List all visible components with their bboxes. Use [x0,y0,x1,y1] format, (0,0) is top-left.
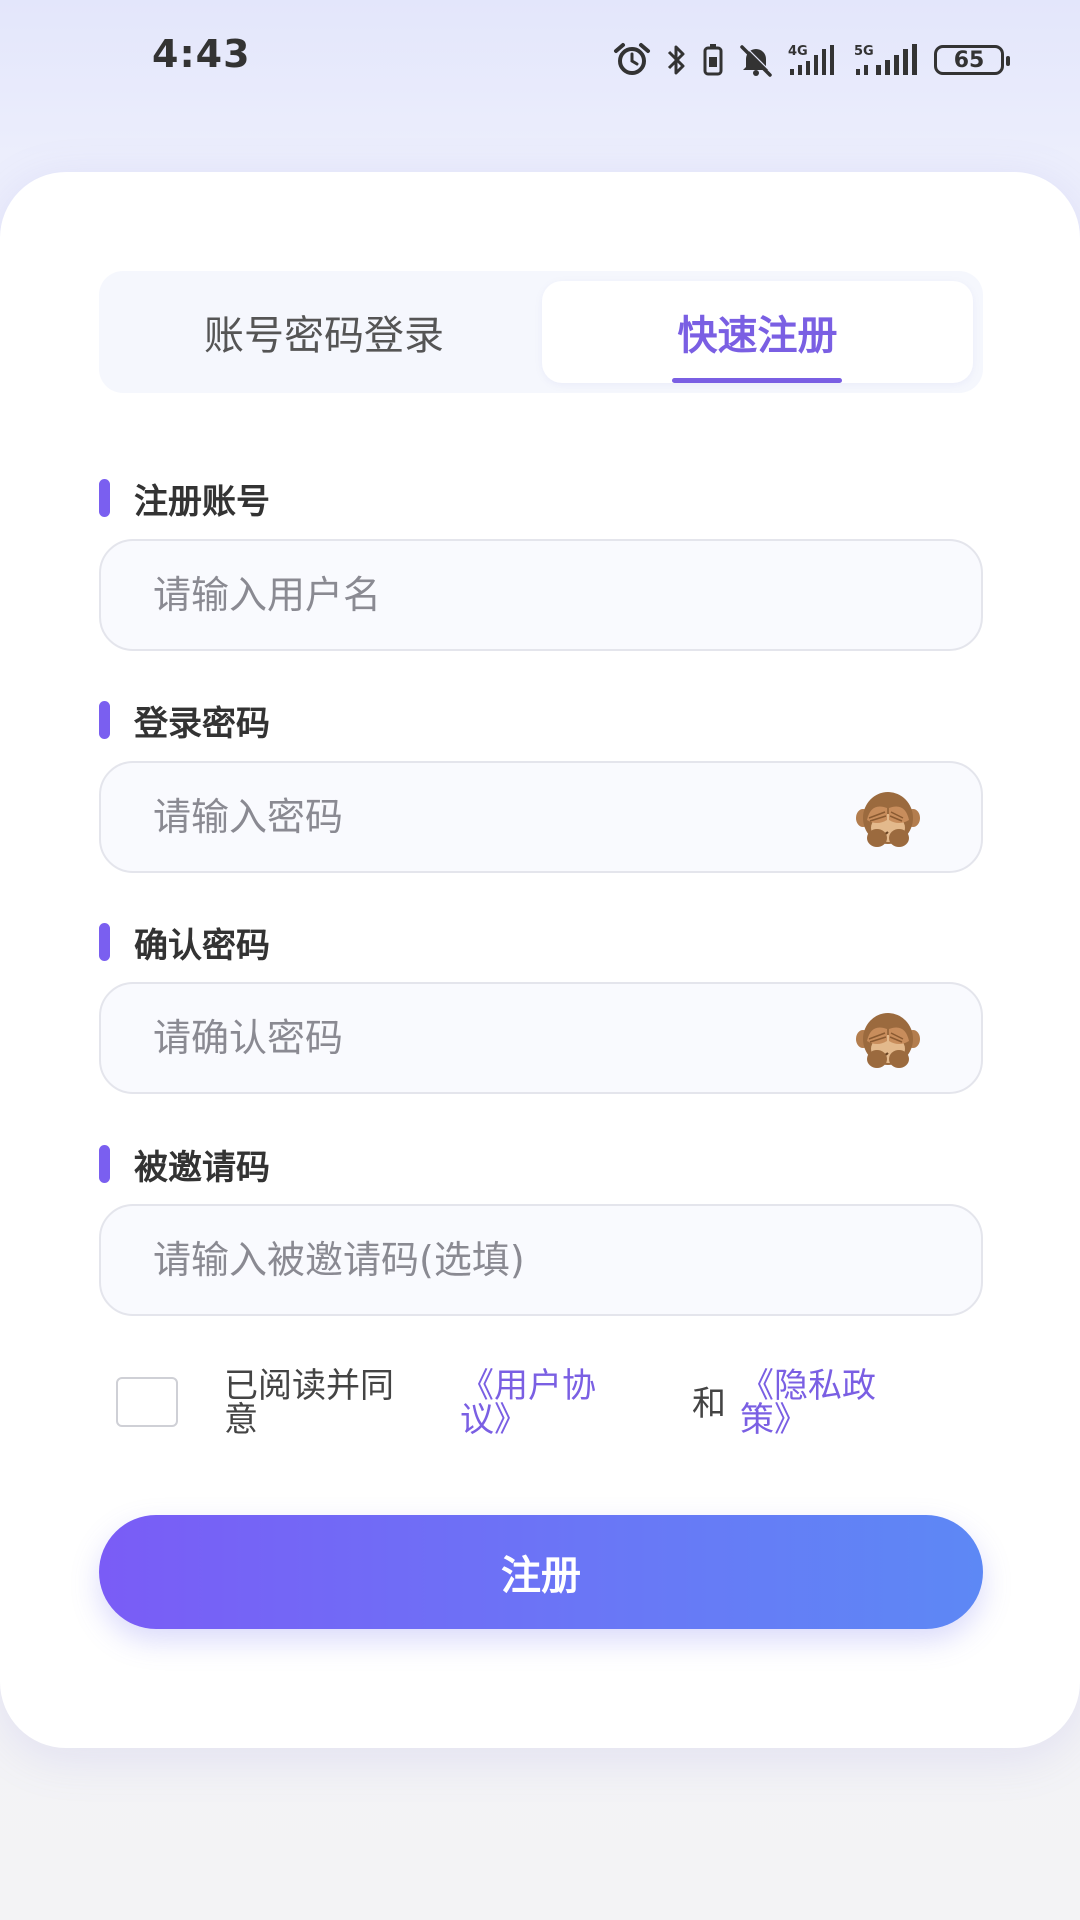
auth-tabs: 账号密码登录 快速注册 [99,271,983,393]
see-no-evil-monkey-icon [856,792,920,847]
password-input[interactable] [153,763,853,871]
username-label: 注册账号 [99,478,270,522]
svg-text:5G: 5G [854,44,874,59]
agreement-prefix-text: 已阅读并同意 [224,1366,394,1440]
tab-password-login[interactable]: 账号密码登录 [109,281,539,383]
label-text: 确认密码 [134,925,270,966]
signal-5g-icon: 5G [854,43,920,77]
invite-code-field-wrap [99,1204,983,1316]
label-text: 注册账号 [134,481,270,522]
label-accent-bar [99,479,110,517]
confirm-password-field-wrap [99,982,983,1094]
label-text: 被邀请码 [134,1147,270,1188]
register-submit-button[interactable]: 注册 [99,1515,983,1629]
bluetooth-icon [666,43,688,77]
password-field-wrap [99,761,983,873]
confirm-password-visibility-toggle[interactable] [855,1009,921,1071]
label-accent-bar [99,701,110,739]
password-visibility-toggle[interactable] [855,788,921,850]
label-accent-bar [99,923,110,961]
invite-code-input[interactable] [153,1206,853,1314]
label-text: 登录密码 [134,703,270,744]
register-card: 账号密码登录 快速注册 注册账号 登录密码 [0,172,1080,1748]
agreement-and-text: 和 [692,1384,726,1424]
agreement-checkbox[interactable] [116,1377,178,1427]
tab-label: 快速注册 [677,313,838,359]
tab-quick-register[interactable]: 快速注册 [542,281,973,383]
confirm-password-input[interactable] [153,984,853,1092]
tab-label: 账号密码登录 [204,313,444,359]
status-icons: 4G 5G 65 [612,40,1010,80]
password-label: 登录密码 [99,700,270,744]
alarm-icon [612,42,652,78]
label-accent-bar [99,1145,110,1183]
status-time: 4:43 [152,32,251,76]
username-input[interactable] [153,541,853,649]
confirm-password-label: 确认密码 [99,922,270,966]
user-agreement-link[interactable]: 《用户协议》 [460,1369,630,1437]
invite-code-label: 被邀请码 [99,1144,270,1188]
username-field-wrap [99,539,983,651]
signal-4g-icon: 4G [788,43,840,77]
vibrate-icon [702,43,724,77]
battery-icon: 65 [934,45,1010,75]
privacy-policy-link[interactable]: 《隐私政策》 [740,1369,910,1437]
see-no-evil-monkey-icon [856,1013,920,1068]
svg-text:4G: 4G [788,44,808,59]
status-bar: 4:43 4G 5G 65 [0,0,1080,120]
mute-icon [738,43,774,77]
active-tab-indicator [672,378,842,383]
battery-level: 65 [953,47,985,73]
